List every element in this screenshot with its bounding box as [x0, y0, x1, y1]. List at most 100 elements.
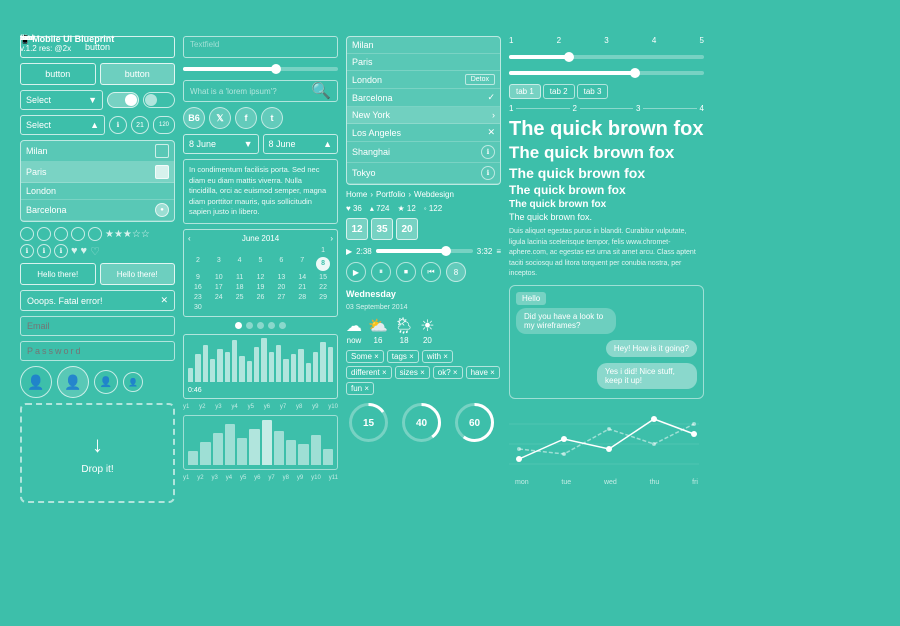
city-barcelona[interactable]: Barcelona ✓ [347, 89, 500, 107]
city-london[interactable]: London Detox [347, 71, 500, 89]
password-field[interactable] [20, 341, 175, 361]
btn-button-3[interactable]: button [100, 63, 176, 85]
radio-3[interactable] [54, 227, 68, 241]
toggle-on[interactable] [107, 92, 139, 108]
cal-date[interactable]: 28 [292, 293, 312, 302]
cal-date[interactable]: 26 [251, 293, 271, 302]
cal-date[interactable]: 14 [292, 273, 312, 282]
cal-date[interactable]: 21 [292, 283, 312, 292]
drop-zone[interactable]: ↓ Drop it! [20, 403, 175, 503]
close-icon[interactable]: ✕ [160, 295, 168, 306]
prev-btn[interactable]: ⏮ [421, 262, 441, 282]
cal-date[interactable] [313, 303, 333, 312]
cal-date[interactable] [251, 303, 271, 312]
tumblr-icon[interactable]: t [261, 107, 283, 129]
date-picker-1[interactable]: 8 June▼ [183, 134, 259, 154]
dot-4[interactable] [268, 322, 275, 329]
date-picker-2[interactable]: 8 June▲ [263, 134, 339, 154]
cal-date[interactable]: 10 [209, 273, 229, 282]
cal-date[interactable]: 22 [313, 283, 333, 292]
cal-date[interactable]: 17 [209, 283, 229, 292]
stop-btn[interactable]: ⏹ [396, 262, 416, 282]
search-box[interactable]: What is a 'lorem ipsum'? 🔍 [183, 80, 338, 102]
slider-1[interactable] [509, 55, 704, 59]
cal-date[interactable]: 3 [209, 256, 229, 272]
city-losangeles[interactable]: Los Angeles ✕ [347, 124, 500, 142]
cal-date[interactable]: 20 [271, 283, 291, 292]
cal-date[interactable]: 13 [271, 273, 291, 282]
cal-date[interactable]: 29 [313, 293, 333, 302]
cal-date[interactable] [230, 246, 250, 255]
cal-prev[interactable]: ‹ [188, 234, 191, 243]
tag-with[interactable]: with × [422, 350, 453, 363]
cal-date[interactable] [188, 246, 208, 255]
city-newyork[interactable]: New York › [347, 107, 500, 124]
cal-date[interactable] [209, 303, 229, 312]
cal-date[interactable]: 1 [313, 246, 333, 255]
dot-1[interactable] [235, 322, 242, 329]
cal-date-today[interactable]: 8 [313, 256, 333, 272]
select-1[interactable]: Select▼ [20, 90, 103, 110]
city-shanghai[interactable]: Shanghai ℹ [347, 142, 500, 163]
cal-date[interactable]: 12 [251, 273, 271, 282]
cal-date[interactable]: 9 [188, 273, 208, 282]
play-icon[interactable]: ▶ [346, 247, 352, 256]
video-thumbnail[interactable]: 0:46 [183, 334, 338, 399]
tab-2[interactable]: tab 2 [543, 84, 575, 99]
cal-next[interactable]: › [330, 234, 333, 243]
cal-date[interactable] [209, 246, 229, 255]
slider-2[interactable] [509, 71, 704, 75]
email-field[interactable] [20, 316, 175, 336]
tag-sizes[interactable]: sizes × [395, 366, 430, 379]
btn-button-2[interactable]: button [20, 63, 96, 85]
top-slider[interactable] [183, 67, 338, 71]
list-item-milan[interactable]: Milan [21, 141, 174, 162]
step-4[interactable]: 4 [700, 104, 704, 113]
dot-5[interactable] [279, 322, 286, 329]
step-3[interactable]: 3 [636, 104, 640, 113]
cal-date[interactable]: 15 [313, 273, 333, 282]
cal-date[interactable]: 7 [292, 256, 312, 272]
list-item-barcelona[interactable]: Barcelona ● [21, 200, 174, 221]
cal-date[interactable] [292, 303, 312, 312]
detox-btn[interactable]: Detox [465, 74, 495, 85]
cal-date[interactable]: 6 [271, 256, 291, 272]
tag-fun[interactable]: fun × [346, 382, 374, 395]
tag-have[interactable]: have × [466, 366, 500, 379]
tab-3[interactable]: tab 3 [577, 84, 609, 99]
tag-ok[interactable]: ok? × [433, 366, 463, 379]
tag-tags[interactable]: tags × [387, 350, 419, 363]
city-paris[interactable]: Paris [347, 54, 500, 71]
toggle-off[interactable] [143, 92, 175, 108]
hello-btn-2[interactable]: Hello there! [100, 263, 176, 285]
search-icon[interactable]: 🔍 [311, 81, 331, 101]
cal-date[interactable]: 25 [230, 293, 250, 302]
cal-date[interactable] [292, 246, 312, 255]
cal-date[interactable] [251, 246, 271, 255]
city-tokyo[interactable]: Tokyo ℹ [347, 163, 500, 184]
next-btn[interactable]: 8 [446, 262, 466, 282]
cal-date[interactable]: 11 [230, 273, 250, 282]
cal-date[interactable]: 4 [230, 256, 250, 272]
bread-portfolio[interactable]: Portfolio [376, 190, 405, 199]
tag-some[interactable]: Some × [346, 350, 384, 363]
list-item-london[interactable]: London [21, 183, 174, 200]
city-milan[interactable]: Milan [347, 37, 500, 54]
play-btn[interactable]: ▶ [346, 262, 366, 282]
cal-date[interactable] [271, 303, 291, 312]
bread-webdesign[interactable]: Webdesign [414, 190, 454, 199]
pause-btn[interactable]: ⏸ [371, 262, 391, 282]
tag-different[interactable]: different × [346, 366, 392, 379]
cal-date[interactable]: 24 [209, 293, 229, 302]
step-2[interactable]: 2 [573, 104, 577, 113]
dot-3[interactable] [257, 322, 264, 329]
twitter-icon[interactable]: 𝕏 [209, 107, 231, 129]
cal-date[interactable]: 23 [188, 293, 208, 302]
cal-date[interactable]: 2 [188, 256, 208, 272]
dot-2[interactable] [246, 322, 253, 329]
bread-home[interactable]: Home [346, 190, 367, 199]
volume-icon[interactable]: ≡ [496, 247, 501, 256]
radio-4[interactable] [71, 227, 85, 241]
cal-date[interactable]: 19 [251, 283, 271, 292]
cal-date[interactable]: 30 [188, 303, 208, 312]
